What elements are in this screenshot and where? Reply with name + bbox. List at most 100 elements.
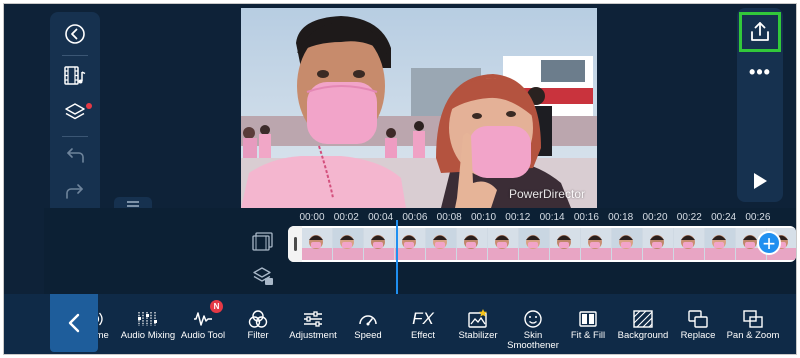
notification-dot — [86, 103, 92, 109]
media-library-button[interactable] — [50, 58, 100, 94]
replace-icon — [685, 308, 711, 330]
ruler-tick-label: 00:12 — [505, 212, 531, 223]
clip-thumbnail — [519, 228, 549, 260]
redo-icon — [66, 184, 83, 199]
tool-stabilizer[interactable]: Stabilizer — [447, 294, 509, 352]
ruler-tick-label: 00:10 — [470, 212, 497, 223]
audio-mixing-icon — [135, 308, 161, 330]
share-export-icon — [751, 22, 769, 41]
adjustment-icon — [300, 308, 326, 330]
preview-frame-image — [241, 8, 597, 208]
clip-thumbnails — [302, 228, 796, 260]
tool-label: Audio Mixing — [120, 330, 176, 341]
tool-label: Filter — [247, 330, 269, 341]
background-icon — [630, 308, 656, 330]
clip-thumbnail — [395, 228, 425, 260]
ruler-tick-label: 00:20 — [642, 212, 668, 223]
tool-audio-mixing[interactable]: Audio Mixing — [117, 294, 179, 352]
more-options-button[interactable]: ••• — [737, 60, 783, 84]
back-circle-icon — [65, 24, 85, 44]
clip-thumbnail — [426, 228, 456, 260]
tool-effect[interactable]: FX Effect — [392, 294, 454, 352]
stabilizer-icon — [465, 308, 491, 330]
layers-button[interactable] — [50, 94, 100, 130]
overlay-layers-icon — [253, 267, 273, 285]
layers-icon — [65, 103, 85, 120]
clip-thumbnail — [643, 228, 673, 260]
watermark-text: PowerDirector — [508, 187, 585, 201]
tool-label: Adjustment — [289, 330, 337, 341]
ruler-tick-label: 00:02 — [333, 212, 359, 223]
undo-button[interactable] — [50, 138, 100, 174]
tool-replace[interactable]: Replace — [667, 294, 729, 352]
tool-background[interactable]: Background — [612, 294, 674, 352]
tool-label: Stabilizer — [458, 330, 498, 341]
clip-trim-handle[interactable] — [288, 226, 302, 262]
ruler-tick-label: 00:24 — [711, 212, 737, 223]
clip-thumbnail — [364, 228, 394, 260]
tool-label: Audio Tool — [180, 330, 226, 341]
add-clip-button[interactable]: + — [757, 231, 781, 255]
tool-filter[interactable]: Filter — [227, 294, 289, 352]
redo-button[interactable] — [50, 174, 100, 210]
tool-pan-zoom[interactable]: Pan & Zoom — [722, 294, 784, 352]
video-preview[interactable]: PowerDirector — [241, 8, 597, 208]
editor-window: PowerDirector ••• 00:00 00:02 00:04 00:06 00… — [3, 3, 797, 355]
overlay-track-toggle[interactable] — [250, 264, 276, 288]
clip-thumbnail — [612, 228, 642, 260]
ruler-tick-label: 00:06 — [402, 212, 428, 223]
ruler-tick-label: 00:18 — [608, 212, 634, 223]
ruler-tick-label: 00:16 — [573, 212, 599, 223]
media-library-icon — [64, 66, 86, 85]
rail-divider — [62, 55, 88, 56]
clip-thumbnail — [674, 228, 704, 260]
tool-skin-smoothener[interactable]: Skin Smoothener — [502, 294, 564, 352]
tool-speed[interactable]: Speed — [337, 294, 399, 352]
bottom-tool-menu: VolumeAudio MixingAudio ToolNFilterAdjus… — [4, 294, 796, 354]
video-clip[interactable] — [288, 226, 796, 262]
play-button[interactable] — [737, 164, 783, 198]
tool-label: Replace — [680, 330, 716, 341]
tool-audio-tool[interactable]: Audio Tool N — [172, 294, 234, 352]
ruler-tick-label: 00:04 — [368, 212, 394, 223]
tool-label: Effect — [410, 330, 436, 341]
tool-label: Fit & Fill — [570, 330, 606, 341]
speed-icon — [355, 308, 381, 330]
video-track-toggle[interactable] — [250, 230, 276, 254]
play-icon — [754, 173, 767, 189]
filter-icon — [245, 308, 271, 330]
tool-label: Skin Smoothener — [507, 330, 559, 351]
export-button[interactable] — [739, 12, 781, 52]
fit-fill-icon — [575, 308, 601, 330]
drag-handle-icon — [127, 201, 139, 207]
tool-label: Pan & Zoom — [726, 330, 780, 341]
chevron-left-icon — [68, 313, 80, 333]
tool-adjustment[interactable]: Adjustment — [282, 294, 344, 352]
timeline-panel: 00:00 00:02 00:04 00:06 00:08 00:10 00:12 00:14… — [44, 208, 796, 294]
clip-thumbnail — [302, 228, 332, 260]
back-button[interactable] — [50, 16, 100, 52]
rail-divider — [62, 136, 88, 137]
tool-label: Background — [617, 330, 669, 341]
ruler-tick-label: 00:26 — [745, 212, 771, 223]
clip-thumbnail — [550, 228, 580, 260]
clip-thumbnail — [705, 228, 735, 260]
ruler-tick-label: 00:00 — [299, 212, 325, 223]
clip-thumbnail — [488, 228, 518, 260]
ruler-tick-label: 00:14 — [539, 212, 565, 223]
pan-zoom-icon — [740, 308, 766, 330]
undo-icon — [67, 148, 84, 163]
clip-thumbnail — [457, 228, 487, 260]
ruler-tick-label: 00:22 — [676, 212, 702, 223]
clip-thumbnail — [581, 228, 611, 260]
fx-icon: FX — [412, 309, 434, 328]
tool-label: Speed — [354, 330, 382, 341]
video-track-icon — [252, 232, 273, 251]
ruler-tick-label: 00:08 — [436, 212, 462, 223]
playhead[interactable] — [396, 220, 398, 294]
collapse-tools-button[interactable] — [50, 294, 98, 352]
skin-smoothener-icon — [520, 308, 546, 330]
tool-fit-fill[interactable]: Fit & Fill — [557, 294, 619, 352]
right-toolbar: ••• — [737, 8, 783, 202]
clip-thumbnail — [333, 228, 363, 260]
